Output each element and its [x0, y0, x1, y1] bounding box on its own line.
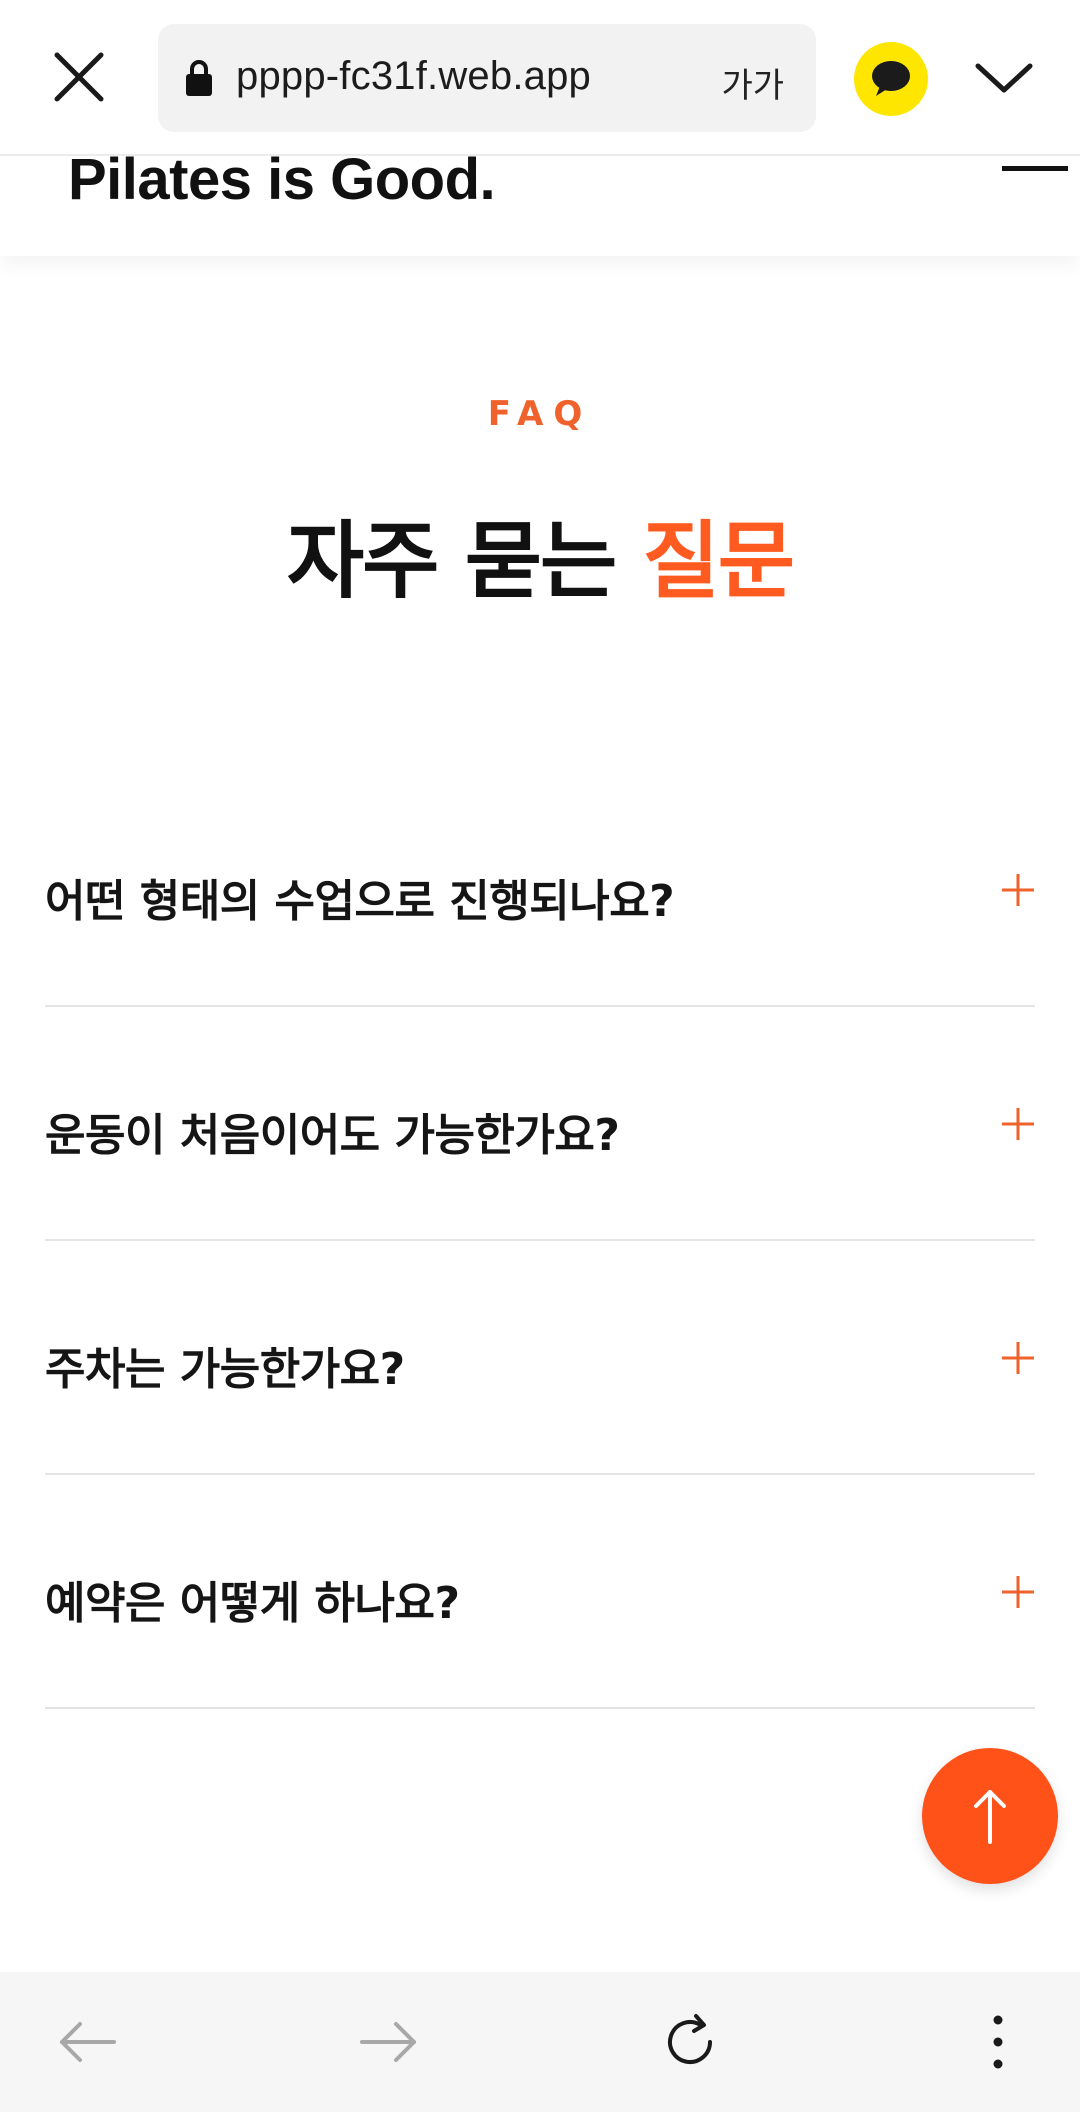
more-vertical-icon	[993, 2015, 1003, 2069]
reload-icon	[668, 2014, 712, 2064]
faq-title-accent: 질문	[642, 512, 796, 610]
faq-title-main: 자주 묻는	[286, 512, 643, 610]
faq-title: 자주 묻는 질문	[0, 494, 1080, 615]
back-arrow-icon	[60, 2022, 116, 2062]
faq-eyebrow: FAQ	[487, 394, 593, 434]
faq-item[interactable]: 예약은 어떻게 하나요?	[45, 1475, 1035, 1709]
back-button[interactable]	[48, 2002, 128, 2082]
forward-button[interactable]	[348, 2002, 428, 2082]
faq-list: 어떤 형태의 수업으로 진행되나요? 운동이 처음이어도 가능한가요? 주차는 …	[45, 773, 1035, 1709]
browser-bottom-bar	[0, 1972, 1080, 2112]
close-icon	[54, 52, 104, 102]
menu-button[interactable]	[1000, 156, 1080, 196]
more-button[interactable]	[958, 2002, 1038, 2082]
faq-item[interactable]: 어떤 형태의 수업으로 진행되나요?	[45, 773, 1035, 1007]
plus-icon[interactable]	[1001, 1575, 1035, 1609]
kakaotalk-icon[interactable]	[854, 42, 928, 116]
lock-icon	[186, 60, 212, 96]
forward-arrow-icon	[360, 2022, 416, 2062]
chevron-down-button[interactable]	[966, 40, 1042, 116]
site-header: Pilates is Good.	[0, 156, 1080, 256]
arrow-up-icon	[974, 1790, 1006, 1844]
faq-question: 예약은 어떻게 하나요?	[45, 1578, 460, 1629]
browser-top-bar: pppp-fc31f.web.app 가가	[0, 0, 1080, 156]
menu-icon	[1002, 166, 1068, 171]
chevron-down-icon	[975, 63, 1033, 93]
reload-button[interactable]	[650, 2002, 730, 2082]
scroll-to-top-button[interactable]	[922, 1748, 1058, 1884]
faq-question: 주차는 가능한가요?	[45, 1344, 405, 1395]
url-text: pppp-fc31f.web.app	[236, 54, 591, 98]
close-button[interactable]	[38, 36, 120, 118]
plus-icon[interactable]	[1001, 1341, 1035, 1375]
plus-icon[interactable]	[1001, 873, 1035, 907]
site-logo[interactable]: Pilates is Good.	[68, 156, 496, 213]
plus-icon[interactable]	[1001, 1107, 1035, 1141]
faq-item[interactable]: 주차는 가능한가요?	[45, 1241, 1035, 1475]
faq-question: 운동이 처음이어도 가능한가요?	[45, 1110, 620, 1161]
font-size-button[interactable]: 가가	[721, 58, 784, 107]
app-root: pppp-fc31f.web.app 가가 Pilates is Good. F…	[0, 0, 1080, 2112]
faq-question: 어떤 형태의 수업으로 진행되나요?	[45, 876, 675, 927]
address-bar[interactable]: pppp-fc31f.web.app 가가	[158, 24, 816, 132]
faq-item[interactable]: 운동이 처음이어도 가능한가요?	[45, 1007, 1035, 1241]
